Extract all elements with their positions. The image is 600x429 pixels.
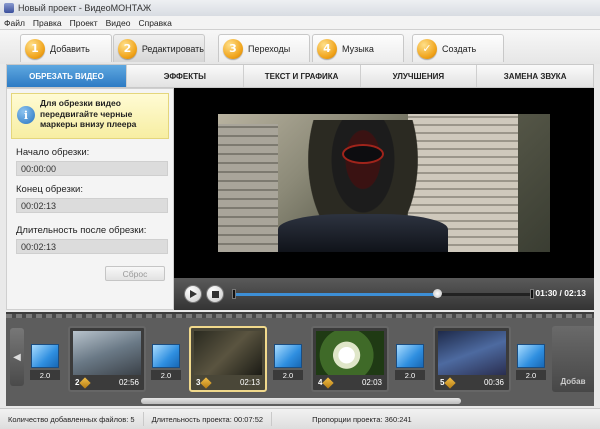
tab-create[interactable]: ✓ Создать — [412, 34, 504, 62]
scrollbar-thumb[interactable] — [141, 398, 461, 404]
step-2-icon: 2 — [118, 38, 137, 59]
tab-edit[interactable]: 2 Редактировать — [113, 34, 205, 62]
trim-start-field[interactable]: 00:00:00 — [16, 161, 168, 176]
tab-add-label: Добавить — [50, 43, 90, 54]
transition-icon — [274, 344, 302, 368]
menu-video[interactable]: Видео — [106, 18, 131, 28]
edit-pencil-icon[interactable] — [200, 376, 213, 389]
transition-tile[interactable]: 2.0 — [395, 344, 425, 382]
step-4-icon: 4 — [317, 38, 337, 59]
subtab-trim[interactable]: ОБРЕЗАТЬ ВИДЕО — [7, 65, 127, 87]
clip-thumbnail — [194, 331, 262, 375]
subtab-enhancements[interactable]: УЛУЧШЕНИЯ — [361, 65, 478, 87]
storyboard-scrollbar[interactable] — [141, 398, 461, 404]
status-file-count: Количество добавленных файлов: 5 — [0, 412, 144, 426]
subtab-text-graphics[interactable]: ТЕКСТ И ГРАФИКА — [244, 65, 361, 87]
trim-info-box: i Для обрезки видео передвигайте черные … — [11, 93, 169, 139]
trim-start-label: Начало обрезки: — [16, 147, 90, 158]
trim-panel: i Для обрезки видео передвигайте черные … — [6, 88, 174, 310]
stop-icon — [211, 290, 219, 298]
status-aspect-ratio: Пропорции проекта: 360:241 — [312, 414, 412, 424]
clip-5[interactable]: 5 00:36 — [433, 326, 511, 392]
video-frame — [218, 114, 550, 252]
menu-file[interactable]: Файл — [4, 18, 25, 28]
trim-start-marker[interactable] — [232, 289, 236, 299]
app-icon — [4, 3, 14, 13]
trim-duration-label: Длительность после обрезки: — [16, 225, 147, 236]
menu-bar: Файл Правка Проект Видео Справка — [0, 16, 600, 30]
clip-duration: 02:56 — [118, 378, 139, 387]
step-1-icon: 1 — [25, 38, 45, 59]
title-bar: Новый проект - ВидеоМОНТАЖ — [0, 0, 600, 16]
menu-edit[interactable]: Правка — [33, 18, 62, 28]
trim-end-label: Конец обрезки: — [16, 184, 83, 195]
transition-duration: 2.0 — [516, 370, 546, 380]
transition-icon — [31, 344, 59, 368]
seek-timeline[interactable] — [232, 289, 534, 299]
edit-pencil-icon[interactable] — [322, 376, 335, 389]
subtab-effects[interactable]: ЭФФЕКТЫ — [127, 65, 244, 87]
transition-tile[interactable]: 2.0 — [273, 344, 303, 382]
clip-thumbnail — [316, 331, 384, 375]
tab-edit-label: Редактировать — [141, 43, 204, 54]
clip-thumbnail — [438, 331, 506, 375]
info-icon: i — [17, 106, 35, 124]
menu-help[interactable]: Справка — [138, 18, 171, 28]
trim-duration-field: 00:02:13 — [16, 239, 168, 254]
clip-duration: 02:03 — [361, 378, 382, 387]
player-controls: 01:30 / 02:13 — [174, 278, 594, 310]
trim-info-text: Для обрезки видео передвигайте черные ма… — [40, 98, 137, 129]
clip-duration: 00:36 — [483, 378, 504, 387]
tab-music-label: Музыка — [342, 43, 374, 54]
status-bar: Количество добавленных файлов: 5 Длитель… — [0, 408, 600, 429]
trim-end-marker[interactable] — [530, 289, 534, 299]
storyboard-left-arrow[interactable]: ◀ — [10, 328, 24, 386]
status-duration: Длительность проекта: 00:07:52 — [144, 412, 273, 426]
clip-2[interactable]: 2 02:56 — [68, 326, 146, 392]
play-icon — [190, 290, 197, 298]
clip-thumbnail — [73, 331, 141, 375]
clip-4[interactable]: 4 02:03 — [311, 326, 389, 392]
edit-subtabs: ОБРЕЗАТЬ ВИДЕО ЭФФЕКТЫ ТЕКСТ И ГРАФИКА У… — [6, 64, 594, 88]
edit-pencil-icon[interactable] — [444, 376, 457, 389]
transition-icon — [396, 344, 424, 368]
edit-pencil-icon[interactable] — [79, 376, 92, 389]
tab-add[interactable]: 1 Добавить — [20, 34, 112, 62]
transition-icon — [152, 344, 180, 368]
transition-tile[interactable]: 2.0 — [516, 344, 546, 382]
reset-button[interactable]: Сброс — [105, 266, 165, 281]
tab-transitions-label: Переходы — [248, 43, 291, 54]
menu-project[interactable]: Проект — [70, 18, 98, 28]
time-display: 01:30 / 02:13 — [535, 288, 586, 298]
video-player — [174, 88, 594, 278]
checkmark-icon: ✓ — [417, 38, 437, 59]
window-title: Новый проект - ВидеоМОНТАЖ — [18, 3, 152, 13]
timeline-progress — [234, 293, 437, 296]
transition-duration: 2.0 — [151, 370, 181, 380]
subtab-replace-audio[interactable]: ЗАМЕНА ЗВУКА — [477, 65, 593, 87]
main-tabs-bar: 1 Добавить 2 Редактировать 3 Переходы 4 … — [0, 30, 600, 64]
transition-duration: 2.0 — [30, 370, 60, 380]
tab-create-label: Создать — [442, 43, 477, 54]
storyboard: ◀ 2.0 2 02:56 2.0 3 02:13 2.0 4 02:03 2.… — [6, 312, 594, 406]
stop-button[interactable] — [206, 285, 224, 303]
clip-3[interactable]: 3 02:13 — [189, 326, 267, 392]
tab-transitions[interactable]: 3 Переходы — [218, 34, 310, 62]
step-3-icon: 3 — [223, 38, 243, 59]
transition-icon — [517, 344, 545, 368]
tab-music[interactable]: 4 Музыка — [312, 34, 404, 62]
play-button[interactable] — [184, 285, 202, 303]
transition-tile[interactable]: 2.0 — [151, 344, 181, 382]
clip-duration: 02:13 — [239, 378, 260, 387]
trim-end-field[interactable]: 00:02:13 — [16, 198, 168, 213]
playhead-knob[interactable] — [432, 289, 442, 298]
transition-tile[interactable]: 2.0 — [30, 344, 60, 382]
transition-duration: 2.0 — [395, 370, 425, 380]
transition-duration: 2.0 — [273, 370, 303, 380]
add-media-tile[interactable]: Добав — [552, 326, 594, 392]
